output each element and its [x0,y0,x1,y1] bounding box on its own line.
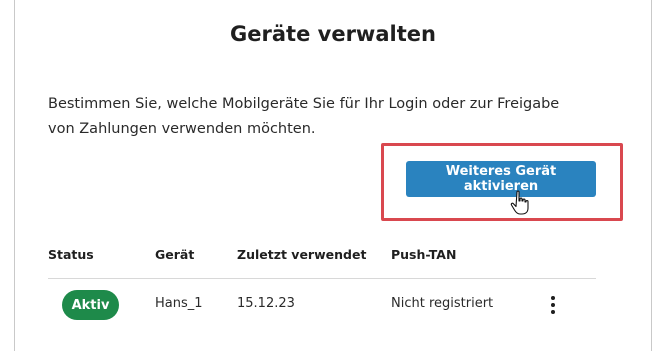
page-title: Geräte verwalten [230,22,436,46]
device-name: Hans_1 [155,296,203,311]
hand-pointer-icon [510,190,529,215]
table-header-divider [48,278,596,279]
column-header-status: Status [48,247,94,262]
page-description: Bestimmen Sie, welche Mobilgeräte Sie fü… [48,96,560,137]
column-header-device: Gerät [155,247,195,262]
push-tan-status: Nicht registriert [391,296,494,311]
status-badge: Aktiv [62,290,119,320]
column-header-push-tan: Push-TAN [391,247,457,262]
content-panel: Geräte verwalten Bestimmen Sie, welche M… [14,0,652,351]
activate-device-button[interactable]: Weiteres Gerät aktivieren [406,161,596,197]
more-vertical-icon[interactable] [547,292,559,318]
column-header-last-used: Zuletzt verwendet [237,247,367,262]
last-used-date: 15.12.23 [237,296,295,311]
